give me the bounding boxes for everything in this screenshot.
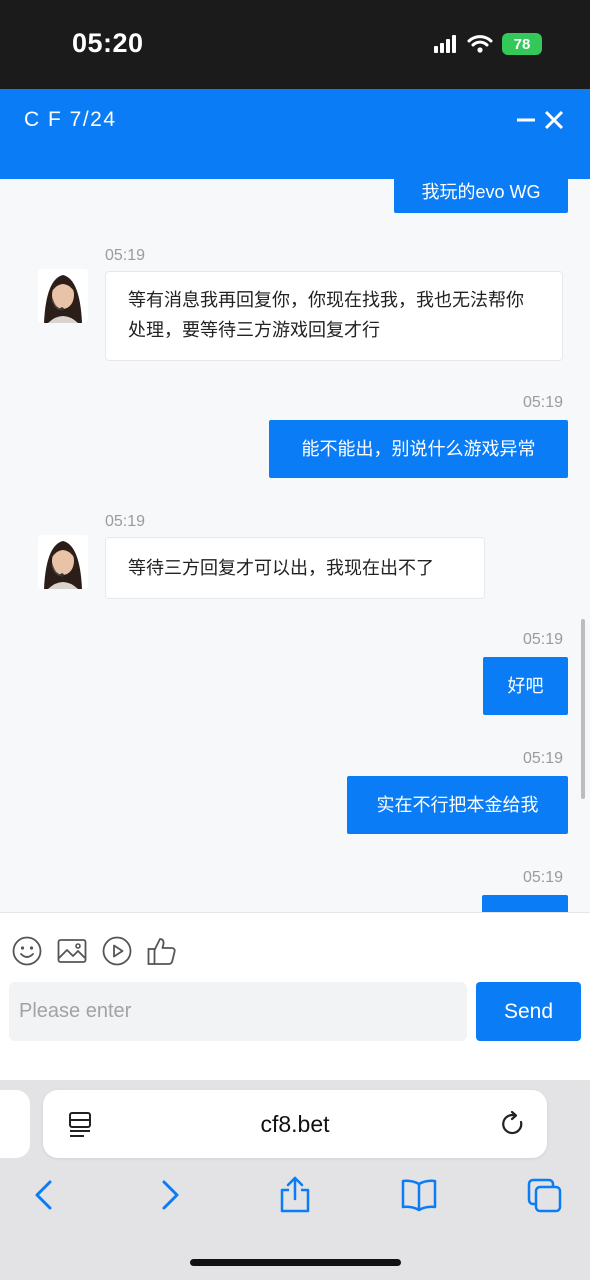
- previous-tab-preview[interactable]: [0, 1090, 30, 1158]
- message-text: 我玩的evo WG: [421, 182, 541, 202]
- home-indicator: [190, 1259, 401, 1266]
- message-time: 05:19: [523, 631, 564, 648]
- message-input[interactable]: [9, 982, 467, 1041]
- send-button[interactable]: Send: [476, 982, 581, 1041]
- message-text: 等有消息我再回复你，你现在找我，我也无法帮你处理，要等待三方游戏回复才行: [128, 290, 524, 340]
- agent-avatar: [38, 535, 88, 589]
- video-icon[interactable]: [101, 935, 133, 967]
- battery-level: 78: [513, 35, 531, 53]
- bookmarks-icon[interactable]: [401, 1176, 437, 1214]
- forward-icon[interactable]: [152, 1176, 188, 1214]
- reload-icon[interactable]: [499, 1110, 527, 1138]
- agent-avatar-image: [38, 535, 88, 589]
- status-icons: 78: [434, 31, 542, 57]
- address-bar[interactable]: cf8.bet: [43, 1090, 547, 1158]
- user-message: 好吧: [483, 657, 568, 715]
- cellular-signal-icon: [434, 35, 456, 53]
- agent-avatar: [38, 269, 88, 323]
- message-time: 05:19: [523, 750, 564, 767]
- browser-toolbar: cf8.bet: [0, 1080, 590, 1280]
- url-text: cf8.bet: [260, 1111, 330, 1137]
- message-text: 能不能出，别说什么游戏异常: [301, 439, 536, 459]
- user-message: 我玩的evo WG: [394, 179, 568, 213]
- agent-message: 等有消息我再回复你，你现在找我，我也无法帮你处理，要等待三方游戏回复才行: [105, 271, 563, 361]
- message-time: 05:19: [523, 394, 564, 411]
- status-time: 05:20: [72, 28, 144, 58]
- wifi-icon: [467, 35, 493, 53]
- minimize-icon[interactable]: [514, 107, 540, 133]
- tabs-icon[interactable]: [527, 1176, 563, 1214]
- agent-avatar-image: [38, 269, 88, 323]
- message-text: 实在不行把本金给我: [376, 795, 539, 815]
- agent-message: 等待三方回复才可以出，我现在出不了: [105, 537, 485, 599]
- message-time: 05:19: [523, 869, 564, 886]
- share-icon[interactable]: [277, 1176, 313, 1214]
- user-message: [482, 895, 568, 912]
- battery-indicator: 78: [502, 33, 542, 55]
- message-time: 05:19: [105, 247, 146, 264]
- chat-header: C F 7/24: [0, 89, 590, 179]
- user-message: 能不能出，别说什么游戏异常: [269, 420, 568, 478]
- chat-messages[interactable]: 我玩的evo WG 05:19 等有消息我再回复你，你现在找我，我也无法帮你处理…: [0, 179, 590, 912]
- chat-scrollbar[interactable]: [581, 619, 585, 799]
- message-text: 等待三方回复才可以出，我现在出不了: [128, 558, 434, 578]
- thumbs-up-icon[interactable]: [146, 935, 178, 967]
- user-message: 实在不行把本金给我: [347, 776, 568, 834]
- image-icon[interactable]: [56, 935, 88, 967]
- close-icon[interactable]: [541, 107, 567, 133]
- send-button-label: Send: [503, 999, 554, 1023]
- message-time: 05:19: [105, 513, 146, 530]
- composer: Send: [0, 912, 590, 1080]
- back-icon[interactable]: [26, 1176, 62, 1214]
- status-bar: 05:20 78: [0, 0, 590, 89]
- emoji-icon[interactable]: [11, 935, 43, 967]
- chat-title: C F 7/24: [24, 108, 117, 131]
- message-text: 好吧: [507, 676, 544, 696]
